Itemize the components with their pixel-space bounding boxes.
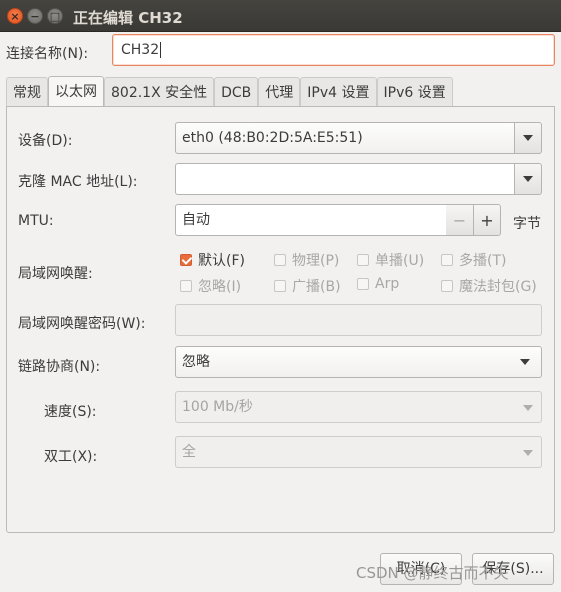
tab-dcb[interactable]: DCB	[214, 77, 259, 107]
cloned-mac-label: 克隆 MAC 地址(L):	[18, 174, 138, 190]
tab-8021x-security[interactable]: 802.1X 安全性	[104, 77, 215, 107]
cloned-mac-input[interactable]	[175, 163, 515, 195]
mtu-unit-label: 字节	[513, 216, 541, 232]
link-negotiation-combo[interactable]: 忽略	[175, 346, 542, 378]
speed-combo[interactable]: 100 Mb/秒	[175, 391, 542, 423]
device-combo[interactable]: eth0 (48:B0:2D:5A:E5:51)	[175, 122, 515, 154]
speed-label: 速度(S):	[44, 404, 97, 420]
checkbox-icon	[274, 254, 286, 266]
wol-default-checkbox[interactable]: 默认(F)	[180, 250, 245, 270]
wol-default-label: 默认(F)	[198, 253, 245, 269]
checkbox-icon	[441, 280, 453, 292]
duplex-dropdown[interactable]	[523, 450, 533, 456]
tab-ethernet[interactable]: 以太网	[48, 76, 104, 107]
wol-phy-checkbox[interactable]: 物理(P)	[274, 250, 339, 270]
chevron-down-icon	[520, 359, 530, 365]
wol-unicast-checkbox[interactable]: 单播(U)	[357, 250, 424, 270]
wol-arp-label: Arp	[375, 276, 400, 292]
wol-multicast-checkbox[interactable]: 多播(T)	[441, 250, 506, 270]
wol-ignore-label: 忽略(I)	[198, 279, 242, 295]
tab-proxy[interactable]: 代理	[258, 77, 301, 107]
wol-magic-checkbox[interactable]: 魔法封包(G)	[441, 276, 537, 296]
wol-broadcast-checkbox[interactable]: 广播(B)	[274, 276, 341, 296]
wol-arp-checkbox[interactable]: Arp	[357, 276, 399, 292]
device-label: 设备(D):	[18, 133, 73, 149]
connection-name-value: CH32	[121, 42, 160, 58]
window-title: 正在编辑 CH32	[73, 9, 183, 27]
connection-name-input[interactable]: CH32	[112, 34, 555, 66]
speed-value: 100 Mb/秒	[182, 399, 253, 415]
checkbox-icon	[180, 280, 192, 292]
watermark-text: CSDN @静终古而不失	[356, 564, 509, 582]
tab-general[interactable]: 常规	[6, 77, 48, 107]
link-negotiation-label: 链路协商(N):	[18, 359, 101, 375]
wol-multicast-label: 多播(T)	[459, 253, 507, 269]
checkbox-icon	[357, 278, 369, 290]
chevron-down-icon	[523, 450, 533, 456]
wol-password-label: 局域网唤醒密码(W):	[18, 316, 146, 332]
minimize-icon[interactable]: −	[27, 8, 43, 24]
wol-unicast-label: 单播(U)	[375, 253, 425, 269]
checkbox-checked-icon	[180, 254, 192, 266]
mtu-increment-button[interactable]: +	[473, 204, 501, 236]
wol-magic-label: 魔法封包(G)	[459, 279, 537, 295]
duplex-value: 全	[182, 444, 196, 460]
maximize-icon[interactable]: □	[47, 8, 63, 24]
tab-ipv4-settings[interactable]: IPv4 设置	[300, 77, 377, 107]
checkbox-icon	[274, 280, 286, 292]
wol-password-input[interactable]	[175, 304, 542, 336]
checkbox-icon	[441, 254, 453, 266]
text-caret	[160, 42, 162, 58]
connection-name-label: 连接名称(N):	[6, 46, 89, 62]
chevron-down-icon	[523, 176, 533, 182]
link-negotiation-value: 忽略	[182, 354, 210, 370]
cloned-mac-dropdown-button[interactable]	[514, 163, 542, 195]
chevron-down-icon	[523, 405, 533, 411]
wol-label: 局域网唤醒:	[18, 266, 93, 282]
wol-broadcast-label: 广播(B)	[292, 279, 341, 295]
wol-phy-label: 物理(P)	[292, 253, 340, 269]
speed-dropdown[interactable]	[523, 405, 533, 411]
title-bar: × − □ 正在编辑 CH32	[0, 0, 561, 32]
tab-bar: 常规 以太网 802.1X 安全性 DCB 代理 IPv4 设置 IPv6 设置	[6, 76, 453, 107]
wol-ignore-checkbox[interactable]: 忽略(I)	[180, 276, 241, 296]
duplex-combo[interactable]: 全	[175, 436, 542, 468]
device-dropdown-button[interactable]	[514, 122, 542, 154]
tab-ipv6-settings[interactable]: IPv6 设置	[376, 77, 453, 107]
duplex-label: 双工(X):	[44, 449, 98, 465]
mtu-input[interactable]: 自动	[175, 204, 447, 236]
chevron-down-icon	[523, 135, 533, 141]
close-icon[interactable]: ×	[7, 8, 23, 24]
mtu-label: MTU:	[18, 213, 54, 229]
mtu-decrement-button[interactable]: −	[446, 204, 474, 236]
link-negotiation-dropdown[interactable]	[520, 359, 530, 365]
checkbox-icon	[357, 254, 369, 266]
